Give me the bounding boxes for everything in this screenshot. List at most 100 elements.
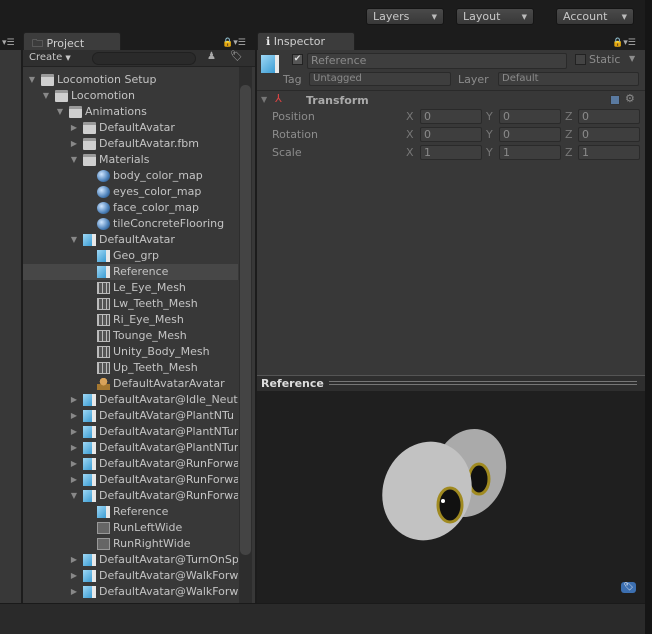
collapsed-arrow-icon[interactable]: ▶ [69,120,79,136]
collapsed-arrow-icon[interactable]: ▶ [69,424,79,440]
tree-item[interactable]: face_color_map [23,200,238,216]
tree-item-label: Lw_Teeth_Mesh [113,297,198,310]
panel-menu-icon[interactable]: ▾☰ [2,38,15,48]
tree-item[interactable]: Ri_Eye_Mesh [23,312,238,328]
tree-item-label: DefaultAvatar.fbm [99,137,199,150]
prefab-icon [83,426,96,438]
lock-icon[interactable]: 🔒▾☰ [222,38,246,48]
tree-item[interactable]: ▶ DefaultAvatar@TurnOnSp [23,552,238,568]
drag-handle[interactable] [329,381,637,385]
layer-dropdown[interactable]: Default [498,72,639,86]
tree-item[interactable]: ▶ DefaultAvatar@RunForwa [23,472,238,488]
tree-item[interactable]: ▶ DefaultAvatar@PlantNTur [23,424,238,440]
tree-item[interactable]: ▶ DefaultAvatar.fbm [23,136,238,152]
transform-title: Transform [306,94,369,107]
lock-icon[interactable]: 🔒▾☰ [612,38,636,48]
tree-item[interactable]: tileConcreteFlooring [23,216,238,232]
name-field[interactable]: Reference [307,53,567,69]
expanded-arrow-icon[interactable]: ▼ [27,72,37,88]
collapsed-arrow-icon[interactable]: ▶ [69,392,79,408]
collapsed-arrow-icon[interactable]: ▶ [69,136,79,152]
tree-item[interactable]: ▼ Materials [23,152,238,168]
tree-item[interactable]: ▼ Locomotion Setup [23,72,238,88]
tree-item-label: Locomotion [71,89,135,102]
tree-item[interactable]: Reference [23,504,238,520]
expanded-arrow-icon[interactable]: ▼ [69,152,79,168]
prefab-icon [83,442,96,454]
tree-item[interactable]: RunLeftWide [23,520,238,536]
collapsed-arrow-icon[interactable]: ▶ [69,472,79,488]
static-dropdown-icon[interactable]: ▼ [629,54,635,63]
tree-item-label: Up_Teeth_Mesh [113,361,198,374]
tab-project[interactable]: 🗀 Project [23,32,121,50]
collapsed-arrow-icon[interactable]: ▶ [69,440,79,456]
scale-y-field[interactable]: 1 [499,145,561,160]
tree-item[interactable]: ▶ DefaultAvatar@PlantNTur [23,440,238,456]
position-y-field[interactable]: 0 [499,109,561,124]
tree-item[interactable]: Le_Eye_Mesh [23,280,238,296]
preview-area[interactable]: 🏷 [257,391,645,603]
mesh-icon [97,330,110,342]
rotation-z-field[interactable]: 0 [578,127,640,142]
position-x-field[interactable]: 0 [420,109,482,124]
scrollbar-thumb[interactable] [240,85,251,555]
tree-item-label: Geo_grp [113,249,160,262]
tree-item-label: Tounge_Mesh [113,329,187,342]
tree-item[interactable]: ▼ DefaultAvatar@RunForwa [23,488,238,504]
search-input[interactable] [92,52,196,65]
tag-dropdown[interactable]: Untagged [309,72,451,86]
layout-dropdown[interactable]: Layout ▼ [456,8,534,25]
collapsed-arrow-icon[interactable]: ▶ [69,408,79,424]
tree-item[interactable]: ▼ Animations [23,104,238,120]
mesh-icon [97,314,110,326]
tree-item[interactable]: RunRightWide [23,536,238,552]
tree-item[interactable]: ▼ DefaultAvatar [23,232,238,248]
tree-item[interactable]: ▶ DefaultAvatar@WalkForw [23,584,238,600]
tree-item[interactable]: eyes_color_map [23,184,238,200]
tree-item[interactable]: Lw_Teeth_Mesh [23,296,238,312]
active-checkbox[interactable]: ✔ [292,54,303,65]
gear-icon[interactable]: ⚙ [625,92,635,105]
rotation-y-field[interactable]: 0 [499,127,561,142]
tree-item[interactable]: ▼ Locomotion [23,88,238,104]
rotation-x-field[interactable]: 0 [420,127,482,142]
position-z-field[interactable]: 0 [578,109,640,124]
tree-item[interactable]: ▶ DefaultAvatar@Idle_Neut [23,392,238,408]
create-dropdown[interactable]: Create ▼ [29,52,71,63]
preview-header[interactable]: Reference [257,375,645,391]
tree-item[interactable]: Reference [23,264,238,280]
tree-item[interactable]: Up_Teeth_Mesh [23,360,238,376]
filter-by-type-icon[interactable]: ♟ [207,51,216,62]
tab-inspector[interactable]: ℹ Inspector [257,32,355,50]
transform-icon: ⅄ [275,92,282,105]
expand-arrow-icon[interactable]: ▼ [261,95,267,104]
tree-item[interactable]: ▶ DefaultAvatar@RunForwa [23,456,238,472]
expanded-arrow-icon[interactable]: ▼ [69,488,79,504]
asset-label-icon[interactable]: 🏷 [621,582,636,593]
tree-item[interactable]: ▶ DefaultAvatar [23,120,238,136]
filter-by-label-icon[interactable]: 🏷 [230,51,243,62]
collapsed-arrow-icon[interactable]: ▶ [69,456,79,472]
avatar-icon [97,378,110,390]
static-checkbox[interactable] [575,54,586,65]
tree-item[interactable]: ▶ DefaultAvatar@WalkForw [23,568,238,584]
scale-z-field[interactable]: 1 [578,145,640,160]
tree-item[interactable]: Tounge_Mesh [23,328,238,344]
tree-item-label: Reference [113,265,169,278]
account-dropdown[interactable]: Account ▼ [556,8,634,25]
expanded-arrow-icon[interactable]: ▼ [55,104,65,120]
tree-item[interactable]: Unity_Body_Mesh [23,344,238,360]
layers-dropdown[interactable]: Layers ▼ [366,8,444,25]
collapsed-arrow-icon[interactable]: ▶ [69,552,79,568]
tree-item[interactable]: body_color_map [23,168,238,184]
expanded-arrow-icon[interactable]: ▼ [41,88,51,104]
expanded-arrow-icon[interactable]: ▼ [69,232,79,248]
tree-item[interactable]: Geo_grp [23,248,238,264]
collapsed-arrow-icon[interactable]: ▶ [69,584,79,600]
scale-x-field[interactable]: 1 [420,145,482,160]
help-icon[interactable] [610,95,620,105]
tree-item[interactable]: DefaultAvatarAvatar [23,376,238,392]
scrollbar[interactable] [239,67,252,603]
collapsed-arrow-icon[interactable]: ▶ [69,568,79,584]
tree-item[interactable]: ▶ DefaultAVatar@PlantNTu [23,408,238,424]
